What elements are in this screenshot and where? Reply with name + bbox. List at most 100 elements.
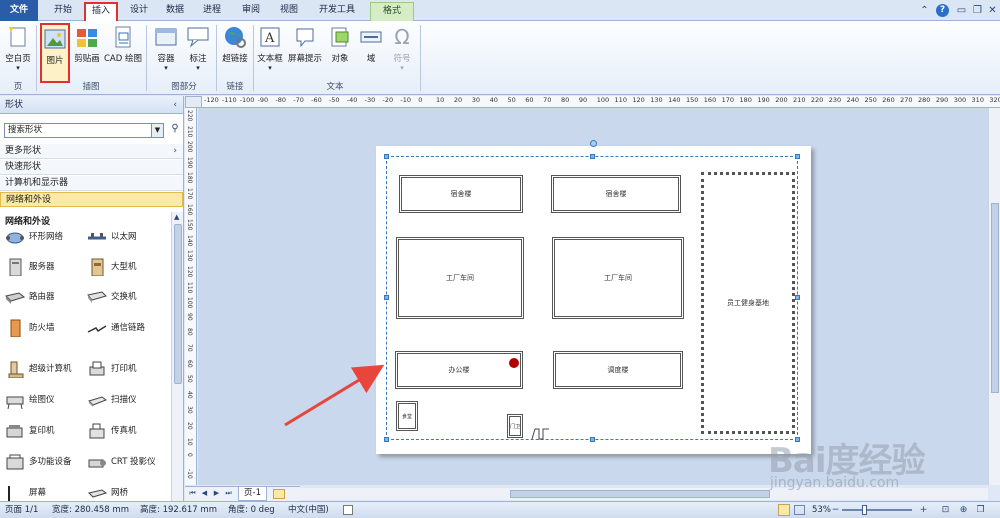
drawing-canvas[interactable]: 宿舍楼 宿舍楼 工厂车间 工厂车间 员工健身基地 办公楼 调度楼 食堂 门卫 xyxy=(198,108,988,485)
tab-review[interactable]: 审阅 xyxy=(236,2,266,21)
collapse-pane-icon[interactable]: ‹ xyxy=(173,96,177,114)
callout-button[interactable]: 标注 ▾ xyxy=(184,23,212,83)
search-icon[interactable]: ⚲ xyxy=(168,123,182,138)
switch-windows-icon[interactable]: ❐ xyxy=(975,505,986,516)
tab-design[interactable]: 设计 xyxy=(124,2,154,21)
omega-symbol-icon: Ω xyxy=(394,25,410,49)
selection-handle[interactable] xyxy=(384,437,389,442)
previous-page-icon[interactable]: ◀ xyxy=(200,489,209,499)
full-screen-icon[interactable] xyxy=(778,504,790,516)
pan-zoom-icon[interactable]: ⊕ xyxy=(958,505,969,516)
field-button[interactable]: 域 xyxy=(358,23,384,83)
symbol-button[interactable]: Ω 符号 ▾ xyxy=(388,23,416,83)
ruler-label: 20 xyxy=(186,422,193,430)
canvas-horizontal-thumb[interactable] xyxy=(510,490,770,498)
clip-art-label: 剪贴画 xyxy=(74,54,100,64)
ruler-label: 0 xyxy=(418,96,423,104)
canvas-vertical-thumb[interactable] xyxy=(991,203,999,393)
selection-handle[interactable] xyxy=(384,154,389,159)
window-restore-icon[interactable]: ❐ xyxy=(971,4,984,17)
ruler-label: -80 xyxy=(275,96,287,104)
first-page-icon[interactable]: ⏮ xyxy=(188,489,197,499)
drawing-page[interactable]: 宿舍楼 宿舍楼 工厂车间 工厂车间 员工健身基地 办公楼 调度楼 食堂 门卫 xyxy=(376,140,811,454)
cad-drawing-button[interactable]: CAD 绘图 xyxy=(104,23,142,83)
next-page-icon[interactable]: ▶ xyxy=(212,489,221,499)
building-canteen[interactable]: 食堂 xyxy=(396,401,418,431)
screentip-button[interactable]: 屏幕提示 xyxy=(287,23,323,83)
tab-home[interactable]: 开始 xyxy=(48,2,78,21)
zoom-slider[interactable] xyxy=(842,509,912,511)
selection-handle[interactable] xyxy=(795,154,800,159)
ring-network-icon xyxy=(6,232,24,244)
category-computers-monitors[interactable]: 计算机和显示器 xyxy=(0,176,183,191)
shapes-pane-title: 形状 xyxy=(5,100,24,110)
building-label: 工厂车间 xyxy=(604,274,632,282)
selection-handle[interactable] xyxy=(795,295,800,300)
search-shapes-input[interactable]: 搜索形状 ▼ xyxy=(4,123,164,138)
blank-page-button[interactable]: 空白页 ▾ xyxy=(2,23,34,83)
building-dorm-2[interactable]: 宿舍楼 xyxy=(551,175,681,213)
status-page[interactable]: 页面 1/1 xyxy=(5,502,38,518)
ruler-label: 120 xyxy=(186,266,193,278)
ruler-label: 10 xyxy=(436,96,445,104)
page-tab-1[interactable]: 页-1 xyxy=(238,487,267,501)
picture-button[interactable]: 图片 xyxy=(40,23,70,83)
selection-handle[interactable] xyxy=(590,154,595,159)
clip-art-button[interactable]: 剪贴画 xyxy=(72,23,102,83)
category-quick-shapes[interactable]: 快速形状 xyxy=(0,160,183,175)
building-label: 员工健身基地 xyxy=(727,299,769,307)
ruler-label: -110 xyxy=(221,96,237,104)
ruler-label: 70 xyxy=(543,96,552,104)
building-dispatch[interactable]: 调度楼 xyxy=(553,351,683,389)
building-dorm-1[interactable]: 宿舍楼 xyxy=(399,175,523,213)
building-gate[interactable]: 门卫 xyxy=(507,414,523,438)
textbox-button[interactable]: A 文本框 ▾ xyxy=(256,23,284,83)
zoom-slider-knob[interactable] xyxy=(862,505,867,515)
gate-opening-line[interactable] xyxy=(531,426,551,440)
tab-view[interactable]: 视图 xyxy=(274,2,304,21)
building-fitness-base[interactable]: 员工健身基地 xyxy=(701,172,795,434)
shape-label: 路由器 xyxy=(29,292,55,302)
ruler-label: 130 xyxy=(650,96,663,104)
window-minimize-icon[interactable]: ▭ xyxy=(955,4,968,17)
building-workshop-1[interactable]: 工厂车间 xyxy=(396,237,524,319)
help-icon[interactable]: ? xyxy=(936,4,949,17)
macro-record-icon[interactable] xyxy=(343,505,353,515)
red-dot-marker[interactable] xyxy=(509,358,519,368)
chevron-down-icon[interactable]: ▼ xyxy=(151,124,163,137)
building-label: 食堂 xyxy=(401,413,412,420)
rotation-handle[interactable] xyxy=(590,140,597,147)
object-button[interactable]: 对象 xyxy=(327,23,353,83)
stencil-scrollbar[interactable]: ▲ xyxy=(171,212,183,501)
tab-data[interactable]: 数据 xyxy=(160,2,190,21)
window-close-icon[interactable]: ✕ xyxy=(986,4,999,17)
scroll-up-icon[interactable]: ▲ xyxy=(174,213,179,221)
canvas-vertical-scrollbar[interactable] xyxy=(988,108,1000,485)
tab-insert[interactable]: 插入 xyxy=(84,2,119,21)
tab-file[interactable]: 文件 xyxy=(0,0,38,21)
selection-handle[interactable] xyxy=(590,437,595,442)
zoom-level[interactable]: 53% xyxy=(812,502,831,518)
tab-format[interactable]: 格式 xyxy=(370,2,414,21)
fit-page-icon[interactable]: ⊡ xyxy=(940,505,951,516)
category-network-peripherals[interactable]: 网络和外设 xyxy=(0,192,183,207)
ruler-label: -70 xyxy=(293,96,304,104)
zoom-out-icon[interactable]: − xyxy=(830,505,841,516)
selection-handle[interactable] xyxy=(384,295,389,300)
insert-page-icon[interactable] xyxy=(273,489,285,499)
tab-process[interactable]: 进程 xyxy=(197,2,227,21)
zoom-in-icon[interactable]: + xyxy=(918,505,929,516)
presentation-icon[interactable] xyxy=(794,505,805,515)
building-workshop-2[interactable]: 工厂车间 xyxy=(552,237,684,319)
building-office[interactable]: 办公楼 xyxy=(395,351,523,389)
category-more-shapes[interactable]: 更多形状 › xyxy=(0,144,183,159)
ruler-label: -10 xyxy=(400,96,411,104)
container-button[interactable]: 容器 ▾ xyxy=(152,23,180,83)
minimize-ribbon-icon[interactable]: ⌃ xyxy=(918,4,931,17)
last-page-icon[interactable]: ⏭ xyxy=(224,489,233,499)
group-text: 文本 xyxy=(326,82,344,92)
status-language[interactable]: 中文(中国) xyxy=(288,502,329,518)
stencil-scroll-thumb[interactable] xyxy=(174,224,182,384)
tab-developer[interactable]: 开发工具 xyxy=(313,2,361,21)
hyperlink-button[interactable]: 超链接 xyxy=(220,23,250,83)
